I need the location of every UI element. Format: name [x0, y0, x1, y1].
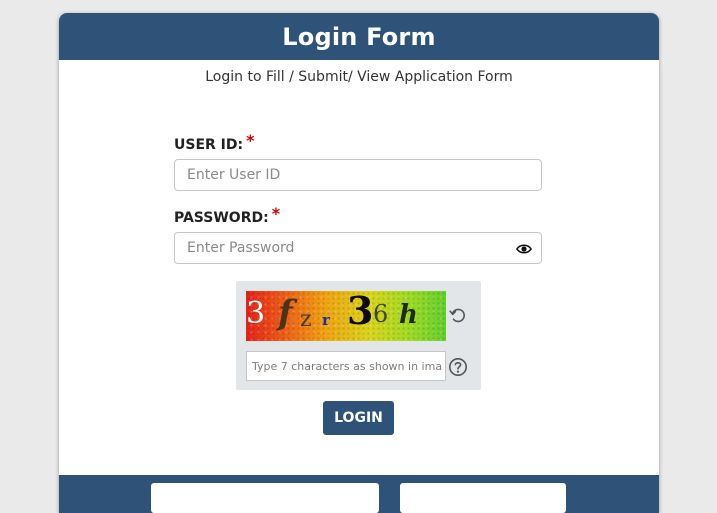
password-label: PASSWORD: *: [174, 204, 281, 226]
captcha-char: z: [300, 307, 312, 332]
captcha-panel: 3 f z r 3 6 h: [236, 281, 481, 390]
captcha-image: 3 f z r 3 6 h: [246, 291, 446, 341]
login-button[interactable]: LOGIN: [323, 401, 394, 435]
help-icon[interactable]: [448, 357, 468, 377]
login-card: Login Form Login to Fill / Submit/ View …: [59, 13, 659, 513]
captcha-char: 3: [246, 296, 266, 331]
footer-bar: [59, 475, 659, 513]
eye-icon[interactable]: [516, 242, 532, 256]
captcha-input[interactable]: [247, 352, 447, 380]
user-id-field[interactable]: [174, 159, 542, 191]
password-field[interactable]: [174, 232, 542, 264]
page-subtitle: Login to Fill / Submit/ View Application…: [205, 69, 513, 85]
captcha-char: r: [322, 311, 330, 329]
captcha-char: h: [399, 300, 418, 330]
user-id-input[interactable]: [175, 160, 519, 190]
captcha-field[interactable]: [246, 351, 447, 381]
login-form-header: Login Form: [59, 13, 659, 60]
page-title: Login Form: [282, 22, 436, 51]
captcha-char: 3: [347, 291, 374, 333]
captcha-char: f: [278, 293, 293, 333]
password-input[interactable]: [175, 233, 519, 263]
required-marker: *: [246, 131, 255, 150]
footer-button[interactable]: [400, 483, 566, 513]
footer-button[interactable]: [151, 483, 379, 513]
user-id-label: USER ID: *: [174, 131, 255, 153]
required-marker: *: [271, 204, 281, 223]
refresh-icon[interactable]: [448, 305, 468, 325]
captcha-char: 6: [373, 300, 389, 328]
